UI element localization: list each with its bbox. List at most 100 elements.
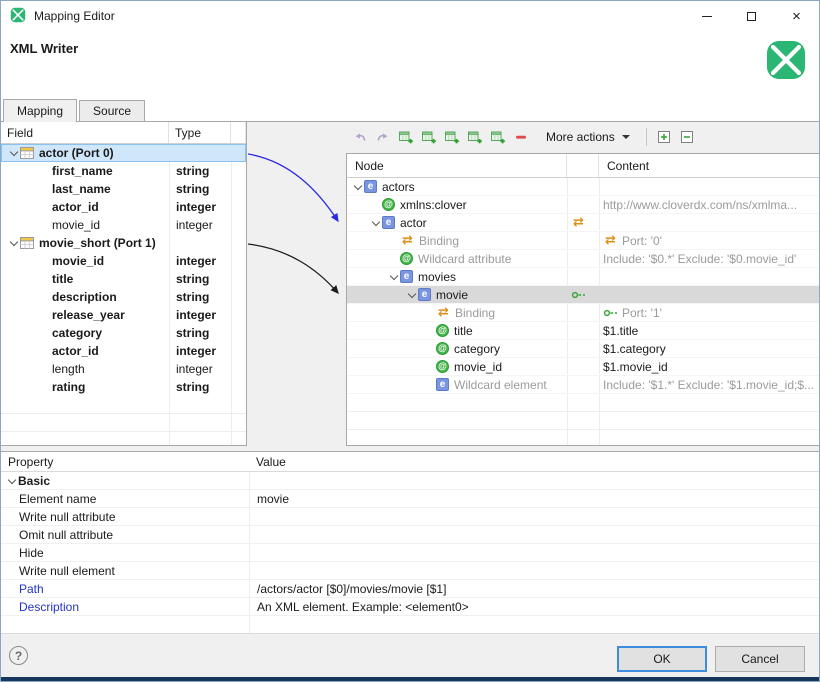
button-bar: ? OK Cancel xyxy=(1,633,819,679)
more-actions-label: More actions xyxy=(546,130,615,144)
field-row[interactable]: movie_idinteger xyxy=(1,252,246,270)
add-wildcard-attribute-icon[interactable] xyxy=(488,127,508,147)
field-type: integer xyxy=(169,200,231,214)
node-row[interactable]: eWildcard elementInclude: '$1.*' Exclude… xyxy=(347,376,819,394)
field-row[interactable]: actor_idinteger xyxy=(1,198,246,216)
node-label: Binding xyxy=(455,306,495,320)
maximize-button[interactable] xyxy=(729,1,774,31)
node-row[interactable]: eactor⇄ xyxy=(347,214,819,232)
add-attribute-icon[interactable] xyxy=(465,127,485,147)
close-button[interactable]: × xyxy=(774,1,819,31)
property-row[interactable]: Path/actors/actor [$0]/movies/movie [$1] xyxy=(1,580,820,598)
field-row[interactable]: movie_idinteger xyxy=(1,216,246,234)
remove-icon[interactable] xyxy=(511,127,531,147)
node-content-cell: $1.title xyxy=(599,324,819,338)
node-label: xmlns:clover xyxy=(400,198,467,212)
window-title: Mapping Editor xyxy=(34,9,115,23)
node-content: Port: '1' xyxy=(622,306,662,320)
node-content-cell: Port: '1' xyxy=(599,306,819,320)
help-button[interactable]: ? xyxy=(9,646,28,665)
map-next-icon[interactable] xyxy=(373,127,393,147)
node-row[interactable]: emovie xyxy=(347,286,819,304)
add-sibling-element-icon[interactable] xyxy=(419,127,439,147)
expander-toggle[interactable] xyxy=(351,183,364,191)
node-content-cell: http://www.cloverdx.com/ns/xmlma... xyxy=(599,198,819,212)
field-type: string xyxy=(169,164,231,178)
property-name: Write null element xyxy=(1,564,249,578)
property-row[interactable]: Write null attribute xyxy=(1,508,820,526)
element-icon: e xyxy=(364,180,377,193)
property-row[interactable]: Write null element xyxy=(1,562,820,580)
chevron-down-icon xyxy=(353,181,361,189)
auto-binding-icon xyxy=(571,289,586,301)
field-type: integer xyxy=(169,344,231,358)
property-row[interactable]: DescriptionAn XML element. Example: <ele… xyxy=(1,598,820,616)
collapse-all-icon[interactable] xyxy=(677,127,697,147)
property-group-row[interactable]: Basic xyxy=(1,472,820,490)
field-type: string xyxy=(169,272,231,286)
property-name: Write null attribute xyxy=(1,510,249,524)
expand-all-icon[interactable] xyxy=(654,127,674,147)
dropdown-arrow-icon xyxy=(622,135,630,139)
empty-rows-area xyxy=(347,394,819,444)
field-row[interactable]: ratingstring xyxy=(1,378,246,396)
element-icon: e xyxy=(418,288,431,301)
expander-toggle[interactable] xyxy=(7,239,20,247)
attribute-icon: @ xyxy=(382,198,395,211)
expander-toggle[interactable] xyxy=(7,149,20,157)
node-row[interactable]: @movie_id$1.movie_id xyxy=(347,358,819,376)
tab-bar: Mapping Source xyxy=(1,100,819,122)
more-actions-button[interactable]: More actions xyxy=(537,127,639,147)
field-row[interactable]: actor (Port 0) xyxy=(1,144,246,162)
binding-column-header xyxy=(567,154,599,177)
value-column-header: Value xyxy=(249,452,820,471)
map-previous-icon[interactable] xyxy=(350,127,370,147)
expander-toggle[interactable] xyxy=(405,291,418,299)
node-row[interactable]: eactors xyxy=(347,178,819,196)
field-type: integer xyxy=(169,218,231,232)
node-content-cell: $1.movie_id xyxy=(599,360,819,374)
tab-source[interactable]: Source xyxy=(79,100,145,121)
node-row[interactable]: @title$1.title xyxy=(347,322,819,340)
empty-rows-area xyxy=(1,396,246,445)
binding-icon: ⇄ xyxy=(603,234,618,247)
record-icon xyxy=(20,147,34,159)
node-row[interactable]: emovies xyxy=(347,268,819,286)
node-row[interactable]: @Wildcard attributeInclude: '$0.*' Exclu… xyxy=(347,250,819,268)
node-content: $1.movie_id xyxy=(603,360,668,374)
node-row[interactable]: @category$1.category xyxy=(347,340,819,358)
field-label: length xyxy=(52,362,85,376)
property-row[interactable]: Element namemovie xyxy=(1,490,820,508)
field-row[interactable]: first_name string xyxy=(1,162,246,180)
mapping-connectors xyxy=(247,141,347,321)
node-label: movies xyxy=(418,270,456,284)
field-row[interactable]: categorystring xyxy=(1,324,246,342)
property-panel-header: Property Value xyxy=(1,452,820,472)
field-row[interactable]: lengthinteger xyxy=(1,360,246,378)
add-child-element-icon[interactable] xyxy=(396,127,416,147)
field-row[interactable]: movie_short (Port 1) xyxy=(1,234,246,252)
expander-toggle[interactable] xyxy=(369,219,382,227)
node-row[interactable]: @ xmlns:clover http://www.cloverdx.com/ns/… xyxy=(347,196,819,214)
titlebar: Mapping Editor × xyxy=(1,1,819,31)
node-row[interactable]: ⇄BindingPort: '1' xyxy=(347,304,819,322)
field-row[interactable]: release_yearinteger xyxy=(1,306,246,324)
property-row[interactable]: Hide xyxy=(1,544,820,562)
field-row[interactable]: actor_idinteger xyxy=(1,342,246,360)
field-row[interactable]: last_namestring xyxy=(1,180,246,198)
node-row[interactable]: ⇄Binding⇄Port: '0' xyxy=(347,232,819,250)
node-table-header: Node Content xyxy=(347,154,819,178)
expander-toggle[interactable] xyxy=(387,273,400,281)
property-group-label: Basic xyxy=(18,474,50,488)
ok-button[interactable]: OK xyxy=(617,646,707,672)
property-row[interactable]: Omit null attribute xyxy=(1,526,820,544)
expander-toggle[interactable] xyxy=(5,477,18,485)
field-row[interactable]: descriptionstring xyxy=(1,288,246,306)
field-label: first_name xyxy=(52,164,113,178)
node-content: $1.category xyxy=(603,342,666,356)
field-row[interactable]: titlestring xyxy=(1,270,246,288)
tab-mapping[interactable]: Mapping xyxy=(3,99,77,122)
add-element-into-icon[interactable] xyxy=(442,127,462,147)
cancel-button[interactable]: Cancel xyxy=(715,646,805,672)
minimize-button[interactable] xyxy=(684,1,729,31)
